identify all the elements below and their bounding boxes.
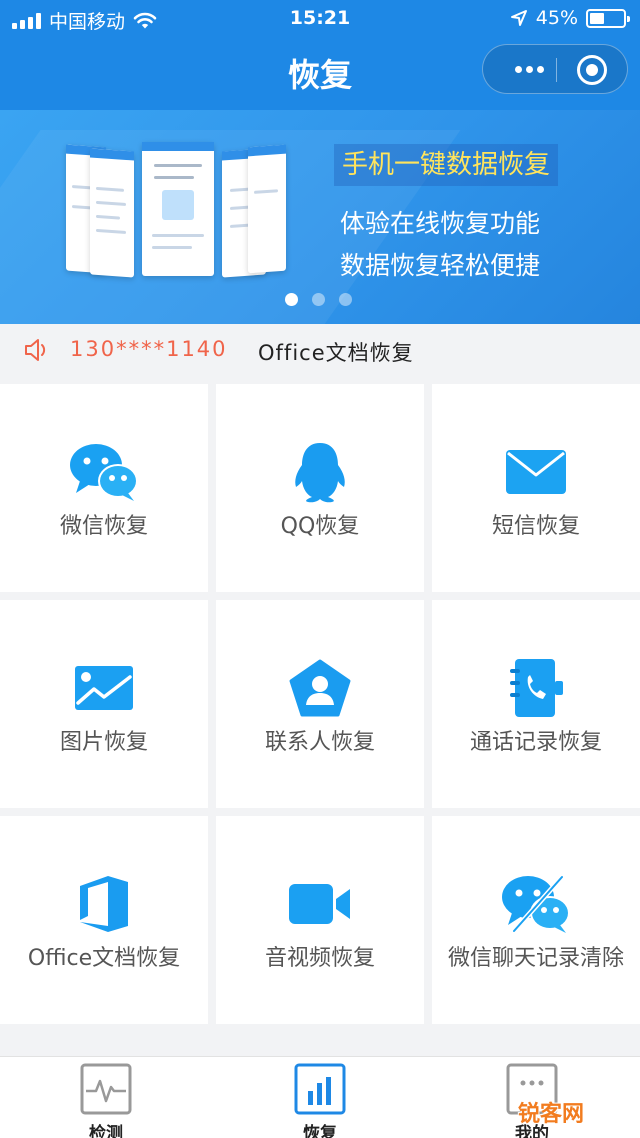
phone-illustration-right-back xyxy=(248,144,286,274)
grid-item-qq-recovery[interactable]: QQ恢复 xyxy=(216,384,424,592)
bar-chart-icon xyxy=(294,1063,346,1115)
banner-line-2: 数据恢复轻松便捷 xyxy=(340,251,541,280)
grid-item-label: Office文档恢复 xyxy=(27,946,181,971)
mini-program-capsule xyxy=(482,44,628,94)
office-icon xyxy=(0,868,208,940)
tab-detect[interactable]: 检测 xyxy=(46,1063,166,1138)
video-camera-icon xyxy=(216,868,424,940)
pagination-dot[interactable] xyxy=(339,293,352,306)
grid-item-media-recovery[interactable]: 音视频恢复 xyxy=(216,816,424,1024)
wechat-icon xyxy=(0,436,208,508)
battery-icon xyxy=(586,8,630,28)
pagination-dot[interactable] xyxy=(312,293,325,306)
more-dots-icon[interactable] xyxy=(501,45,557,93)
phone-illustration-left xyxy=(90,148,134,278)
grid-item-label: 通话记录恢复 xyxy=(469,730,602,755)
phone-illustration-center xyxy=(142,142,214,276)
tab-label: 恢复 xyxy=(303,1124,337,1138)
grid-item-wechat-clear[interactable]: 微信聊天记录清除 xyxy=(432,816,640,1024)
grid-item-label: QQ恢复 xyxy=(280,514,360,539)
image-icon xyxy=(0,652,208,724)
phone-book-icon xyxy=(432,652,640,724)
tab-label: 检测 xyxy=(89,1124,123,1138)
grid-item-photo-recovery[interactable]: 图片恢复 xyxy=(0,600,208,808)
watermark: 锐客网 xyxy=(518,1102,585,1127)
target-icon[interactable] xyxy=(577,55,607,85)
grid-item-office-recovery[interactable]: Office文档恢复 xyxy=(0,816,208,1024)
location-arrow-icon xyxy=(510,10,527,26)
banner-line-1: 体验在线恢复功能 xyxy=(340,209,541,238)
capsule-divider xyxy=(556,58,557,82)
qq-penguin-icon xyxy=(216,436,424,508)
battery-percent: 45% xyxy=(535,7,578,29)
grid-item-call-log-recovery[interactable]: 通话记录恢复 xyxy=(432,600,640,808)
notice-text: Office文档恢复 xyxy=(258,341,414,365)
status-bar: 中国移动 15:21 45% xyxy=(0,0,640,36)
notice-bar: 130****1140 Office文档恢复 xyxy=(0,324,640,376)
banner-headline: 手机一键数据恢复 xyxy=(334,144,559,186)
grid-item-sms-recovery[interactable]: 短信恢复 xyxy=(432,384,640,592)
notice-phone: 130****1140 xyxy=(70,337,228,361)
grid-item-label: 短信恢复 xyxy=(491,514,580,539)
banner-pagination xyxy=(285,293,352,306)
header: 中国移动 15:21 45% 恢复 xyxy=(0,0,640,110)
pulse-monitor-icon xyxy=(80,1063,132,1115)
grid-item-label: 微信聊天记录清除 xyxy=(447,946,624,971)
contact-pentagon-icon xyxy=(216,652,424,724)
grid-item-label: 图片恢复 xyxy=(59,730,148,755)
tab-recover[interactable]: 恢复 xyxy=(260,1063,380,1138)
grid-item-wechat-recovery[interactable]: 微信恢复 xyxy=(0,384,208,592)
wechat-clear-icon xyxy=(432,868,640,940)
grid-item-contacts-recovery[interactable]: 联系人恢复 xyxy=(216,600,424,808)
promo-banner[interactable] xyxy=(0,110,640,324)
grid-item-label: 联系人恢复 xyxy=(264,730,375,755)
pagination-dot-active[interactable] xyxy=(285,293,298,306)
grid-item-label: 音视频恢复 xyxy=(264,946,375,971)
status-right: 45% xyxy=(510,7,630,29)
speaker-icon xyxy=(25,339,46,361)
envelope-icon xyxy=(432,436,640,508)
grid-item-label: 微信恢复 xyxy=(59,514,148,539)
